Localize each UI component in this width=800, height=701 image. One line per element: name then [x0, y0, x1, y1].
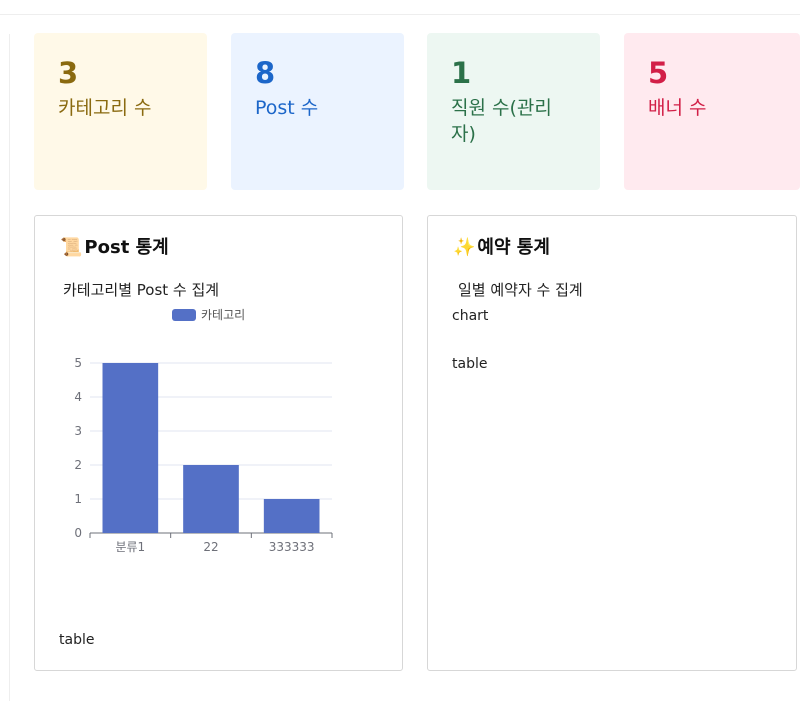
sparkles-icon: ✨	[453, 237, 476, 258]
y-tick-label: 5	[74, 356, 82, 370]
stat-card-category[interactable]: 3 카테고리 수	[34, 33, 207, 190]
reservation-chart-placeholder: chart	[452, 308, 489, 324]
x-tick-label: 333333	[269, 540, 315, 554]
bar[interactable]	[263, 499, 320, 533]
y-tick-label: 1	[74, 492, 82, 506]
reservation-stats-title-text: 예약 통계	[477, 237, 550, 258]
stat-label: Post 수	[255, 97, 319, 119]
stat-value: 1	[451, 56, 472, 90]
post-bar-chart[interactable]: 0 1 2 3 4 5 분류1 22 333333	[35, 216, 402, 670]
stat-card-staff[interactable]: 1 직원 수(관리자)	[427, 33, 600, 190]
y-tick-label: 4	[74, 390, 82, 404]
bar[interactable]	[183, 465, 239, 533]
reservation-stats-title: ✨ 예약 통계	[453, 236, 550, 260]
top-divider	[0, 14, 800, 15]
post-stats-card: 📜 Post 통계 카테고리별 Post 수 집계 카테고리 0 1 2 3 4 5 분류1 2…	[34, 215, 403, 671]
x-tick-label: 22	[203, 540, 218, 554]
stat-value: 8	[255, 56, 276, 90]
y-tick-label: 3	[74, 424, 82, 438]
stat-card-banner[interactable]: 5 배너 수	[624, 33, 800, 190]
reservation-stats-card: ✨ 예약 통계 일별 예약자 수 집계 chart table	[427, 215, 797, 671]
x-tick-label: 분류1	[115, 540, 145, 554]
y-tick-label: 0	[74, 526, 82, 540]
reservation-stats-subtitle: 일별 예약자 수 집계	[458, 281, 583, 299]
stat-label: 직원 수(관리자)	[451, 97, 552, 145]
stat-label: 배너 수	[648, 97, 707, 119]
post-table-placeholder: table	[59, 632, 95, 648]
bar[interactable]	[102, 363, 159, 533]
y-tick-label: 2	[74, 458, 82, 472]
reservation-table-placeholder: table	[452, 356, 488, 372]
left-divider	[9, 34, 10, 701]
stat-value: 3	[58, 56, 79, 90]
stat-card-post[interactable]: 8 Post 수	[231, 33, 404, 190]
stat-value: 5	[648, 56, 669, 90]
stat-label: 카테고리 수	[58, 97, 152, 119]
